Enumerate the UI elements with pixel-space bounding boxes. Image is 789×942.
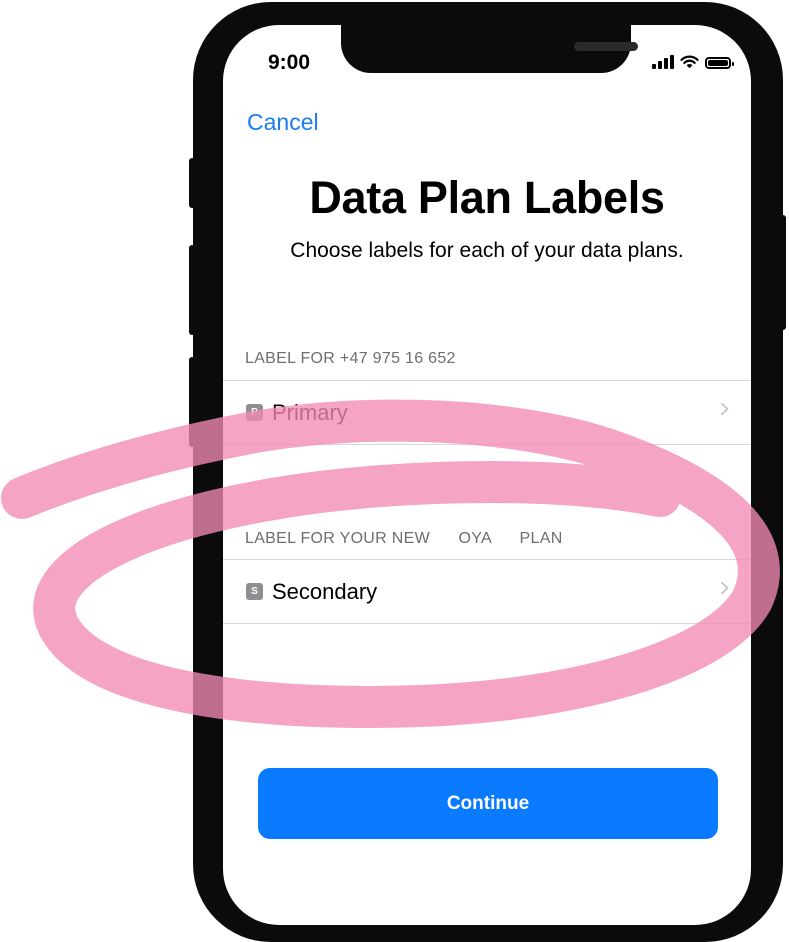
status-time: 9:00 [268, 51, 311, 74]
battery-icon [705, 57, 734, 69]
status-icons [652, 55, 734, 69]
volume-down-button [189, 357, 195, 447]
power-button [779, 215, 786, 330]
speaker-grille [574, 42, 638, 51]
chevron-right-icon [721, 403, 729, 415]
cancel-button[interactable]: Cancel [247, 109, 319, 136]
continue-button[interactable]: Continue [258, 768, 718, 839]
plan-label-row-primary[interactable]: P Primary [223, 381, 751, 444]
notch [341, 25, 638, 73]
section-header-primary: LABEL FOR +47 975 16 652 [245, 350, 456, 367]
cellular-signal-icon [652, 55, 674, 69]
wifi-icon [680, 55, 699, 69]
page-subtitle: Choose labels for each of your data plan… [290, 239, 684, 262]
plan-badge-icon: S [246, 583, 263, 600]
divider [223, 444, 751, 445]
mute-switch [189, 158, 195, 208]
divider [223, 623, 751, 624]
plan-label: Secondary [272, 578, 378, 604]
phone-screen: 9:00 Cancel Data Plan Labels Choose labe… [223, 25, 751, 925]
plan-label: Primary [272, 399, 348, 425]
plan-label-row-secondary[interactable]: S Secondary [223, 560, 751, 623]
chevron-right-icon [721, 582, 729, 594]
plan-badge-icon: P [246, 404, 263, 421]
page-title: Data Plan Labels [309, 172, 665, 223]
section-header-secondary: LABEL FOR YOUR NEW OYA PLAN [245, 530, 563, 547]
volume-up-button [189, 245, 195, 335]
